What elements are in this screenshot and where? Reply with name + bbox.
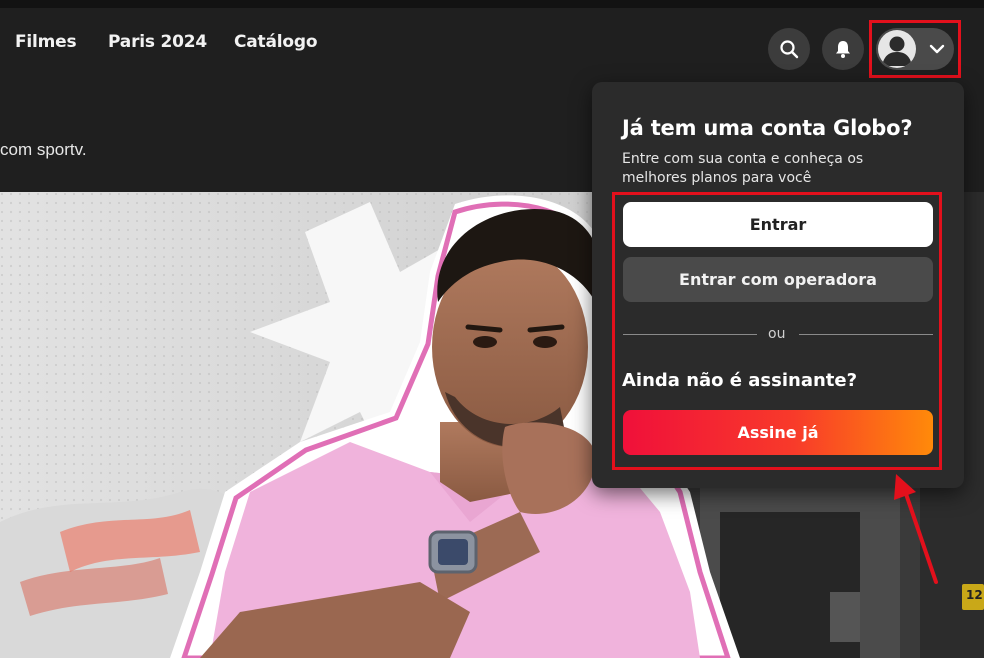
red-arrow-annotation [894,474,938,584]
account-popover: Já tem uma conta Globo? Entre com sua co… [592,82,964,488]
top-strip [0,0,984,8]
notifications-button[interactable] [822,28,864,70]
login-button[interactable]: Entrar [623,202,933,247]
or-separator-label: ou [768,326,786,342]
profile-menu-button[interactable] [876,28,954,70]
chevron-down-icon [929,44,945,54]
subheader-text: com sportv. [0,140,87,159]
nav-item-catalogo[interactable]: Catálogo [234,32,318,52]
search-button[interactable] [768,28,810,70]
divider-left [623,334,757,335]
subscribe-button[interactable]: Assine já [623,410,933,455]
age-rating-badge: 12 [966,588,983,602]
user-avatar-icon [878,30,916,68]
popover-description: Entre com sua conta e conheça os melhore… [622,151,864,186]
login-operator-button[interactable]: Entrar com operadora [623,257,933,302]
nav-item-filmes[interactable]: Filmes [15,32,77,52]
nav-item-paris-2024[interactable]: Paris 2024 [108,32,207,52]
popover-title: Já tem uma conta Globo? [622,116,913,140]
search-icon [780,40,799,59]
bell-icon [836,41,850,58]
subscribe-heading: Ainda não é assinante? [622,370,858,391]
divider-right [799,334,933,335]
